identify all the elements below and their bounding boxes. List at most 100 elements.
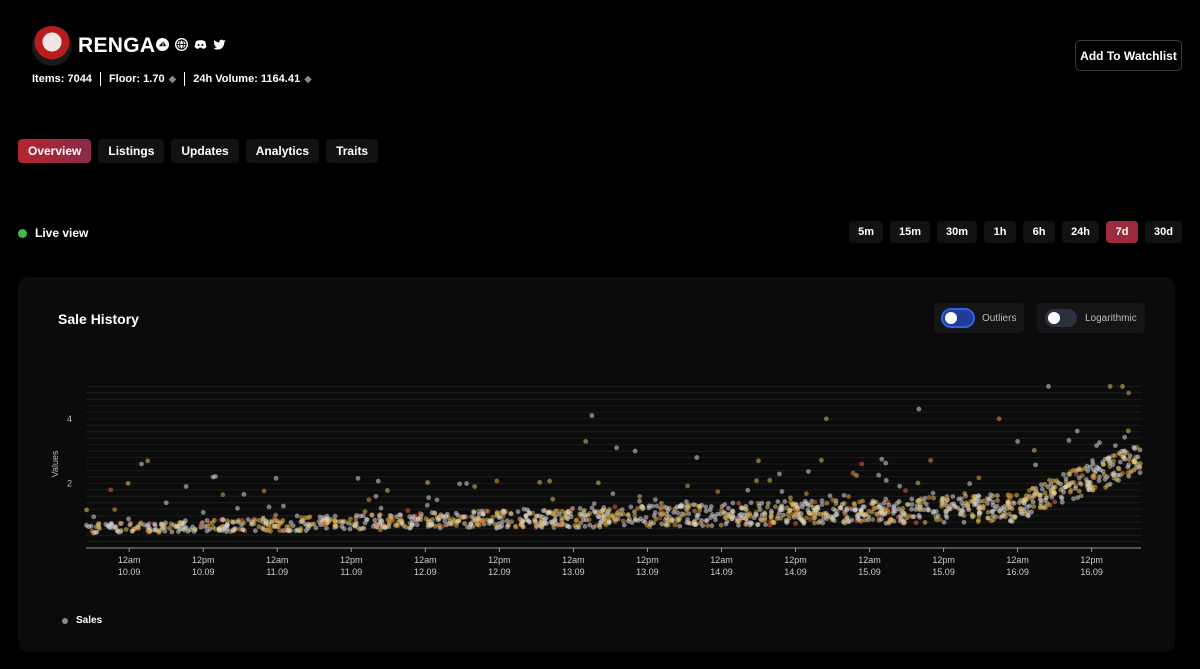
tab-analytics[interactable]: Analytics [245,139,320,163]
x-tick-date-label: 10.09 [192,567,215,577]
sale-point [129,528,135,534]
x-tick-time-label: 12am [414,555,437,565]
tab-listings[interactable]: Listings [98,139,165,163]
sale-point [904,502,910,507]
sale-point [861,504,867,510]
sale-point [865,517,871,523]
volume-24h: 24h Volume: 1164.41 [193,73,301,85]
sale-point [177,526,183,532]
sale-point [348,516,353,522]
sale-point [307,523,312,529]
sale-point [117,521,123,526]
sale-point [167,525,172,531]
sale-point [700,523,706,528]
sale-point [684,504,690,510]
range-7d[interactable]: 7d [1106,221,1139,243]
sale-point [613,517,618,523]
sale-point [852,502,857,508]
sale-point [526,509,532,515]
sale-point [756,458,761,464]
sale-point [220,492,226,498]
sale-point [262,527,268,533]
sale-point [504,518,510,524]
x-tick-time-label: 12pm [784,555,807,565]
sale-point [494,525,499,531]
sale-point [1078,493,1084,499]
range-24h[interactable]: 24h [1062,221,1100,243]
sale-point [827,493,833,499]
sale-point [862,512,868,518]
sale-point [614,445,619,451]
sale-point [443,514,449,519]
sale-point [849,506,855,512]
sale-point [870,517,876,522]
collection-avatar [32,26,72,66]
range-30m[interactable]: 30m [937,221,978,243]
x-tick-time-label: 12pm [1080,555,1103,565]
range-15m[interactable]: 15m [890,221,931,243]
outliers-toggle[interactable] [941,308,975,328]
sale-point [784,505,790,511]
sale-point [471,509,477,515]
sale-point [294,513,300,519]
sale-point [1044,500,1050,506]
sale-point [803,491,809,497]
sale-point [240,527,246,533]
logarithmic-toggle[interactable] [1045,309,1077,327]
sale-point [1061,471,1066,477]
range-1h[interactable]: 1h [984,221,1017,243]
sale-point [1078,481,1084,487]
range-30d[interactable]: 30d [1145,221,1182,243]
range-6h[interactable]: 6h [1023,221,1056,243]
sale-point [941,519,947,525]
sale-point [944,503,950,509]
sale-point [961,513,967,519]
sale-point [434,497,440,503]
sale-point [379,518,384,524]
sale-point [539,522,545,527]
sale-point [819,457,824,463]
tab-traits[interactable]: Traits [326,139,379,163]
x-tick-time-label: 12am [858,555,881,565]
sale-point [788,495,793,501]
sale-point [923,501,929,507]
opensea-icon[interactable] [156,38,169,51]
sale-point [559,508,565,514]
sale-point [378,505,384,511]
sale-point [1073,486,1078,491]
sale-point [620,518,626,524]
sale-point [808,511,814,517]
time-range-selector: 5m 15m 30m 1h 6h 24h 7d 30d [849,221,1182,243]
sale-point [870,498,876,504]
sale-point [767,477,773,483]
sale-point [177,520,183,525]
add-to-watchlist-button[interactable]: Add To Watchlist [1075,40,1182,71]
sale-point [596,514,602,520]
sale-point [674,504,680,510]
globe-icon[interactable] [175,38,188,51]
sale-point [84,507,90,513]
sale-point [961,519,967,525]
sale-point [1106,455,1112,461]
sale-point [816,520,821,526]
sale-point [1097,467,1103,473]
discord-icon[interactable] [194,38,207,51]
sale-point [686,511,692,517]
sale-point [771,519,777,525]
tab-updates[interactable]: Updates [171,139,239,163]
x-tick-date-label: 16.09 [1080,567,1103,577]
sale-point [825,513,831,519]
range-5m[interactable]: 5m [849,221,883,243]
sale-point [916,505,922,511]
x-tick-date-label: 14.09 [710,567,733,577]
tab-overview[interactable]: Overview [18,139,92,163]
twitter-icon[interactable] [213,38,226,51]
x-tick-date-label: 12.09 [414,567,437,577]
sale-point [898,516,904,522]
sale-point [922,520,928,525]
sale-point [833,501,839,506]
sale-point [566,524,572,530]
sale-point [745,487,751,493]
y-tick-label: 4 [67,414,72,424]
sale-point [775,513,781,519]
